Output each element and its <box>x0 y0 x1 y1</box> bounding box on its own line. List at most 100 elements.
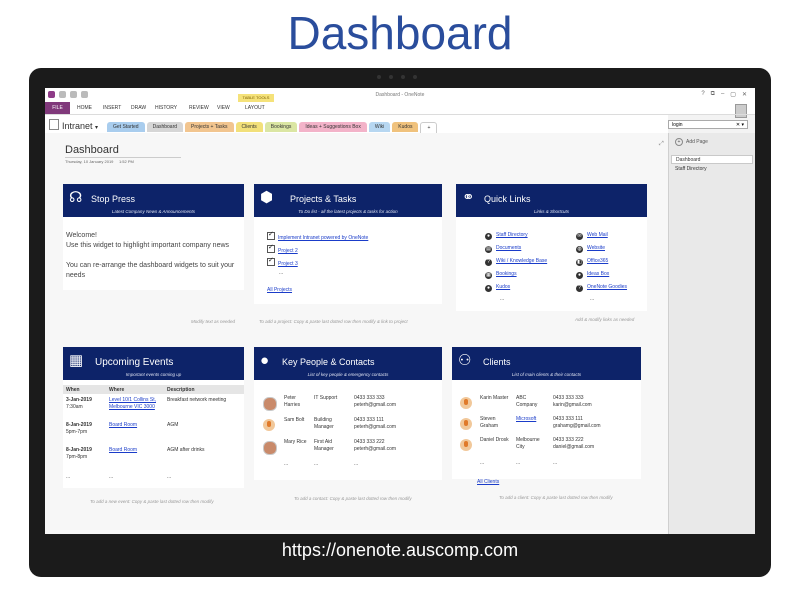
quick-link-kudos[interactable]: ● Kudos <box>485 284 510 292</box>
clients-note: To add a client: Copy & paste last dotte… <box>499 495 613 500</box>
event-location-link[interactable]: Board Room <box>109 447 137 454</box>
link-text[interactable]: Office365 <box>587 258 608 264</box>
stop-press-body: Welcome! Use this widget to highlight im… <box>66 231 242 281</box>
link-text[interactable]: Documents <box>496 245 521 251</box>
avatar <box>263 397 277 411</box>
tab-review[interactable]: REVIEW <box>189 105 209 111</box>
project-item[interactable]: Project 3 <box>267 256 298 267</box>
minimize-icon[interactable]: – <box>721 91 724 98</box>
quick-link-office365[interactable]: ◧ Office365 <box>576 258 608 266</box>
people-icon: ● <box>485 233 492 240</box>
notebook-icon <box>49 119 59 130</box>
all-clients-link[interactable]: All Clients <box>477 479 499 485</box>
ribbon-tabs: FILE HOME INSERT DRAW HISTORY REVIEW VIE… <box>45 94 755 118</box>
project-item[interactable]: Project 2 <box>267 243 298 254</box>
section-tab[interactable]: Projects + Tasks <box>185 122 234 132</box>
event-location-link[interactable]: Board Room <box>109 422 137 429</box>
person-icon: ● <box>260 352 270 369</box>
close-icon[interactable]: ✕ <box>742 91 747 98</box>
section-tab[interactable]: Clients <box>235 122 263 132</box>
link-text[interactable]: Ideas Box <box>587 271 609 277</box>
tab-draw[interactable]: DRAW <box>131 105 146 111</box>
quick-links-title: Quick Links <box>484 194 531 204</box>
project-link[interactable]: Project 2 <box>278 248 298 254</box>
link-text[interactable]: Web Mail <box>587 232 608 238</box>
avatar <box>460 439 472 451</box>
window-title: Dashboard - OneNote <box>375 92 425 98</box>
help-icon[interactable]: ? <box>701 91 704 98</box>
project-link[interactable]: Project 3 <box>278 261 298 267</box>
calendar-icon: ▦ <box>485 272 492 279</box>
link-text[interactable]: Kudos <box>496 284 510 290</box>
checkbox-checked-icon[interactable] <box>267 256 275 266</box>
expand-icon[interactable]: ⤢ <box>659 141 664 148</box>
section-tab[interactable]: Dashboard <box>146 122 184 132</box>
placeholder-row: ... <box>66 474 71 480</box>
tab-home[interactable]: HOME <box>77 105 92 111</box>
notebook-selector[interactable]: Intranet ▾ <box>49 119 98 131</box>
events-title: Upcoming Events <box>95 357 174 368</box>
quick-link-website[interactable]: ◍ Website <box>576 245 605 253</box>
event-description: Breakfast network meeting <box>167 397 227 403</box>
location-line[interactable]: Level 10/1 Collins St, <box>109 397 156 404</box>
placeholder-row: ... <box>590 296 595 302</box>
client-company[interactable]: Microsoft <box>516 416 536 423</box>
quick-link-documents[interactable]: ▤ Documents <box>485 245 521 253</box>
contacts-subtitle: List of key people & emergency contacts <box>307 372 389 377</box>
camera-dot <box>377 75 381 79</box>
location-line[interactable]: Board Room <box>109 422 137 429</box>
window-controls: ? ⧉ – ▢ ✕ <box>701 91 747 98</box>
location-line[interactable]: Melbourne VIC 3000 <box>109 404 156 411</box>
project-link[interactable]: Implement Intranet powered by OneNote <box>278 235 368 241</box>
calendar-icon: ▦ <box>69 352 84 369</box>
link-text[interactable]: Wiki / Knowledge Base <box>496 258 547 264</box>
lightbulb-icon: ● <box>576 272 583 279</box>
clear-search-icon[interactable]: ✕ ▾ <box>736 121 744 130</box>
fullscreen-icon[interactable]: ⧉ <box>711 91 715 98</box>
contact-phone: 0433 333 222 <box>354 439 385 445</box>
events-note: To add a new event: Copy & paste last do… <box>90 499 214 504</box>
tab-history[interactable]: HISTORY <box>155 105 177 111</box>
section-tab[interactable]: Get Started <box>107 122 145 132</box>
page-item-dashboard[interactable]: Dashboard <box>671 155 753 164</box>
quick-link-web-mail[interactable]: ✉ Web Mail <box>576 232 608 240</box>
stop-press-note: Modify text as needed <box>191 319 236 324</box>
link-text[interactable]: OneNote Goodies <box>587 284 627 290</box>
tab-insert[interactable]: INSERT <box>103 105 121 111</box>
search-value: login <box>672 122 683 128</box>
link-text[interactable]: Website <box>587 245 605 251</box>
section-tab[interactable]: Kudos <box>392 122 419 132</box>
checkbox-checked-icon[interactable] <box>267 243 275 253</box>
quick-link-wiki[interactable]: ? Wiki / Knowledge Base <box>485 258 547 266</box>
section-tab[interactable]: Ideas + Suggestions Box <box>299 122 367 132</box>
page-date: Thursday, 10 January 2019 1:52 PM <box>65 159 134 164</box>
quick-link-staff-directory[interactable]: ● Staff Directory <box>485 232 528 240</box>
all-projects-link[interactable]: All Projects <box>267 287 292 293</box>
client-email: karin@gmail.com <box>553 402 592 408</box>
event-location-link[interactable]: Level 10/1 Collins St, Melbourne VIC 3000 <box>109 397 156 411</box>
maximize-icon[interactable]: ▢ <box>730 91 736 98</box>
project-item[interactable]: Implement Intranet powered by OneNote <box>267 230 368 241</box>
placeholder-row: ... <box>109 474 114 480</box>
tab-file[interactable]: FILE <box>45 102 70 114</box>
event-date: 8-Jan-2019 <box>66 447 92 453</box>
add-page-button[interactable]: + Add Page <box>675 138 708 146</box>
search-input[interactable]: login ✕ ▾ <box>668 120 748 129</box>
link-text[interactable]: Bookings <box>496 271 517 277</box>
title-bar: Dashboard - OneNote ? ⧉ – ▢ ✕ <box>45 88 755 102</box>
section-tab[interactable]: Bookings <box>264 122 298 132</box>
quick-link-ideas-box[interactable]: ● Ideas Box <box>576 271 609 279</box>
page-item-staff-directory[interactable]: Staff Directory <box>671 165 753 174</box>
chevron-down-icon: ▾ <box>95 125 99 131</box>
link-text[interactable]: Staff Directory <box>496 232 528 238</box>
location-line[interactable]: Board Room <box>109 447 137 454</box>
user-avatar-icon[interactable] <box>735 104 747 118</box>
checkbox-checked-icon[interactable] <box>267 230 275 240</box>
client-phone: 0433 333 111 <box>553 416 583 422</box>
tab-layout[interactable]: LAYOUT <box>245 105 265 111</box>
tab-view[interactable]: VIEW <box>217 105 230 111</box>
quick-link-onenote-goodies[interactable]: ? OneNote Goodies <box>576 284 627 292</box>
mail-icon: ✉ <box>576 233 583 240</box>
quick-link-bookings[interactable]: ▦ Bookings <box>485 271 517 279</box>
section-tab[interactable]: Wiki <box>368 122 391 132</box>
